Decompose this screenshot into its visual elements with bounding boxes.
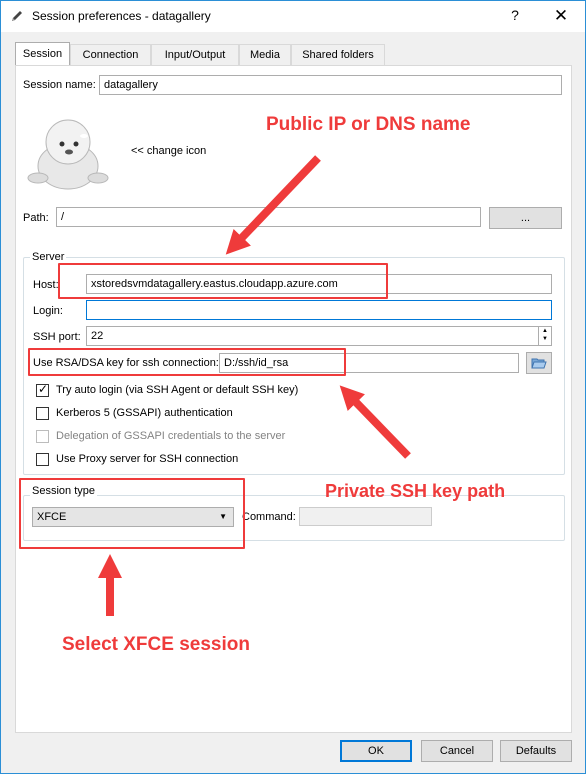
annotation-arrows: [98, 155, 411, 616]
host-arrow: [225, 155, 321, 255]
key-arrow: [339, 385, 411, 459]
tab-session[interactable]: Session: [15, 42, 70, 65]
